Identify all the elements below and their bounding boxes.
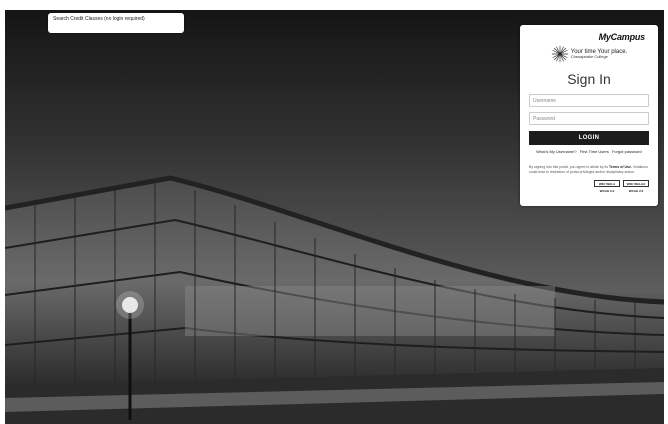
password-input[interactable]	[529, 112, 649, 125]
sign-in-heading: Sign In	[567, 71, 611, 87]
wcag-aa-badge[interactable]: W3C WAI-AA WCAG 2.0	[623, 180, 649, 193]
first-time-users-link[interactable]: First Time Users	[580, 149, 609, 154]
login-panel: MyCampus Your time Your place. Chesapeak…	[520, 25, 658, 206]
login-button[interactable]: LOGIN	[529, 131, 649, 145]
college-name: Chesapeake College	[570, 53, 608, 59]
starburst-icon	[551, 45, 568, 63]
terms-of-use-link[interactable]: Terms of Use.	[609, 165, 632, 169]
terms-disclaimer: By signing into this portal, you agree t…	[529, 165, 649, 174]
wcag-a-badge[interactable]: W3C WAI-A WCAG 2.0	[594, 180, 620, 193]
username-input[interactable]	[529, 94, 649, 107]
accessibility-badges: W3C WAI-A WCAG 2.0 W3C WAI-AA WCAG 2.0	[529, 180, 649, 193]
help-links: What's My Username? First Time Users For…	[529, 149, 649, 154]
whats-my-username-link[interactable]: What's My Username?	[536, 149, 576, 154]
disclaimer-prefix: By signing into this portal, you agree t…	[529, 165, 609, 169]
forgot-password-link[interactable]: Forgot password	[612, 149, 642, 154]
college-logo: Your time Your place. Chesapeake College	[529, 45, 649, 63]
search-credit-classes-link[interactable]: Search Credit Classes (no login required…	[48, 13, 184, 33]
mycampus-logo-text: MyCampus	[598, 32, 646, 42]
